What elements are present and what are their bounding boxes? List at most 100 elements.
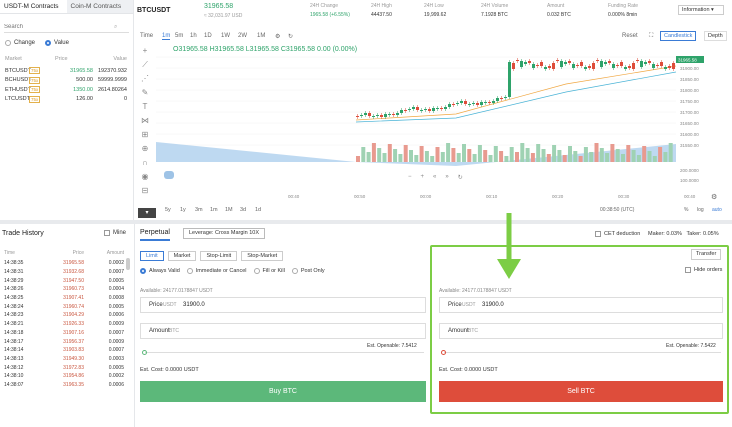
price-chart[interactable]: 31950.0031900.0031850.0031800.0031750.00… <box>156 44 706 224</box>
leverage-button[interactable]: Leverage: Cross Margin 10X <box>183 228 266 239</box>
tab-market[interactable]: Market <box>167 251 197 261</box>
interval-2W[interactable]: 2W <box>238 33 247 39</box>
tab-stop-market[interactable]: Stop-Market <box>241 251 284 261</box>
zoom-in-icon[interactable]: + <box>421 174 425 184</box>
range-1M[interactable]: 1M <box>225 207 233 213</box>
candlestick-button[interactable]: Candlestick <box>660 31 697 41</box>
candle <box>360 115 363 116</box>
tab-limit[interactable]: Limit <box>140 251 164 261</box>
tab-coin-m[interactable]: Coin-M Contracts <box>67 0 134 13</box>
sell-price-field[interactable]: Price USDT 31900.0 <box>439 297 723 313</box>
sell-slider-knob[interactable] <box>441 350 446 355</box>
pattern-icon[interactable]: ⋈ <box>136 116 154 130</box>
interval-1m[interactable]: 1m <box>162 33 171 40</box>
interval-1D[interactable]: 1D <box>204 33 212 39</box>
volume-bar <box>419 146 424 162</box>
volume-bar <box>599 148 604 162</box>
header-value[interactable]: Value <box>93 56 127 62</box>
candle <box>496 98 499 101</box>
magnet-icon[interactable]: ∩ <box>136 158 154 172</box>
reset-zoom-icon[interactable]: ↻ <box>458 174 463 184</box>
tab-usdt-m[interactable]: USDT-M Contracts <box>0 0 67 13</box>
buy-est-cost: Est. Cost: 0.0000 USDT <box>140 367 199 373</box>
candle <box>564 62 567 64</box>
buy-button[interactable]: Buy BTC <box>140 381 426 402</box>
zoom-out-icon[interactable]: − <box>408 174 412 184</box>
range-3d[interactable]: 3d <box>240 207 246 213</box>
sell-amount-slider[interactable] <box>441 350 721 355</box>
ruler-icon[interactable]: ⊟ <box>136 186 154 200</box>
eye-icon[interactable]: ◉ <box>136 172 154 186</box>
reset-button[interactable]: Reset <box>622 33 638 39</box>
range-1d[interactable]: 1d <box>255 207 261 213</box>
auto-toggle[interactable]: auto <box>712 207 722 213</box>
measure-icon[interactable]: ⊞ <box>136 130 154 144</box>
header-price[interactable]: Price <box>55 56 93 62</box>
volume-bar <box>515 152 519 162</box>
percent-toggle[interactable]: % <box>684 207 688 213</box>
radio-change[interactable]: Change <box>5 40 35 46</box>
volume-bar <box>477 145 482 162</box>
leverage-badge: 75x <box>29 67 41 75</box>
log-toggle[interactable]: log <box>697 207 704 213</box>
buy-amount-field[interactable]: Amount BTC <box>140 323 426 339</box>
range-1y[interactable]: 1y <box>180 207 186 213</box>
scroll-left-icon[interactable]: « <box>433 174 436 184</box>
channel-tool-icon[interactable]: ⋰ <box>136 74 154 88</box>
crosshair-icon[interactable]: + <box>136 46 154 60</box>
interval-5m[interactable]: 5m <box>175 33 183 39</box>
text-tool-icon[interactable]: T <box>136 102 154 116</box>
option-fok[interactable]: Fill or Kill <box>253 268 285 274</box>
header-market[interactable]: Market <box>5 56 55 62</box>
chart-settings-icon[interactable]: ⚙ <box>711 193 717 201</box>
volume-bar <box>652 156 657 162</box>
interval-1W[interactable]: 1W <box>221 33 230 39</box>
interval-1M[interactable]: 1M <box>257 33 265 39</box>
information-dropdown[interactable]: Information ▾ <box>678 5 724 15</box>
trade-amount: 0.0006 <box>108 381 124 388</box>
scrollbar[interactable] <box>126 258 130 270</box>
market-row[interactable]: BTCUSDT 75x 31965.58 192370.932 <box>5 66 127 76</box>
settings-icon[interactable]: ⚙ <box>275 33 280 40</box>
market-row[interactable]: LTCUSDT 75x 126.00 0 <box>5 95 127 105</box>
cet-deduction-checkbox[interactable]: CET deduction <box>595 231 640 237</box>
option-always-valid[interactable]: Always Valid <box>140 268 180 274</box>
range-3m[interactable]: 3m <box>195 207 203 213</box>
volume-bar <box>504 156 509 162</box>
scroll-right-icon[interactable]: » <box>445 174 448 184</box>
buy-price-field[interactable]: Price USDT 31900.0 <box>140 297 426 313</box>
trade-time: 14:38:10 <box>4 373 24 380</box>
leverage-badge: 75x <box>29 95 41 103</box>
tab-stop-limit[interactable]: Stop-Limit <box>200 251 238 261</box>
range-1m[interactable]: 1m <box>210 207 218 213</box>
radio-value[interactable]: Value <box>45 40 69 46</box>
range-5y[interactable]: 5y <box>165 207 171 213</box>
interval-1h[interactable]: 1h <box>190 33 197 39</box>
history-icon[interactable]: ↻ <box>288 33 293 40</box>
brush-icon[interactable]: ✎ <box>136 88 154 102</box>
depth-button[interactable]: Depth <box>704 31 727 41</box>
search-icon[interactable]: ⌕ <box>114 24 117 31</box>
market-row[interactable]: ETHUSDT 75x 1350.00 2614.80264 <box>5 85 127 95</box>
trade-price: 31960.74 <box>63 303 84 310</box>
sell-amount-field[interactable]: Amount BTC <box>439 323 723 339</box>
sell-price-value[interactable]: 31900.0 <box>482 302 504 308</box>
market-row[interactable]: BCHUSDT 75x 500.00 59999.9999 <box>5 76 127 86</box>
buy-price-value[interactable]: 31900.0 <box>183 302 205 308</box>
search-input[interactable] <box>4 24 114 30</box>
sell-button[interactable]: Sell BTC <box>439 381 723 402</box>
candle <box>372 116 375 117</box>
option-ioc[interactable]: Immediate or Cancel <box>186 268 247 274</box>
buy-slider-knob[interactable] <box>142 350 147 355</box>
buy-amount-slider[interactable] <box>142 350 424 355</box>
collapse-toolbar-button[interactable]: ▾ <box>138 208 156 218</box>
zoom-icon[interactable]: ⊕ <box>136 144 154 158</box>
perpetual-tab[interactable]: Perpetual <box>140 229 170 241</box>
line-tool-icon[interactable]: ⟋ <box>136 60 154 74</box>
volume-bar <box>377 148 382 162</box>
mine-checkbox[interactable]: Mine <box>104 230 126 236</box>
option-post-only[interactable]: Post Only <box>291 268 325 274</box>
symbol-title[interactable]: BTCUSDT <box>137 7 170 14</box>
market-name: BCHUSDT <box>5 77 32 84</box>
fullscreen-icon[interactable]: ⛶ <box>649 33 653 40</box>
